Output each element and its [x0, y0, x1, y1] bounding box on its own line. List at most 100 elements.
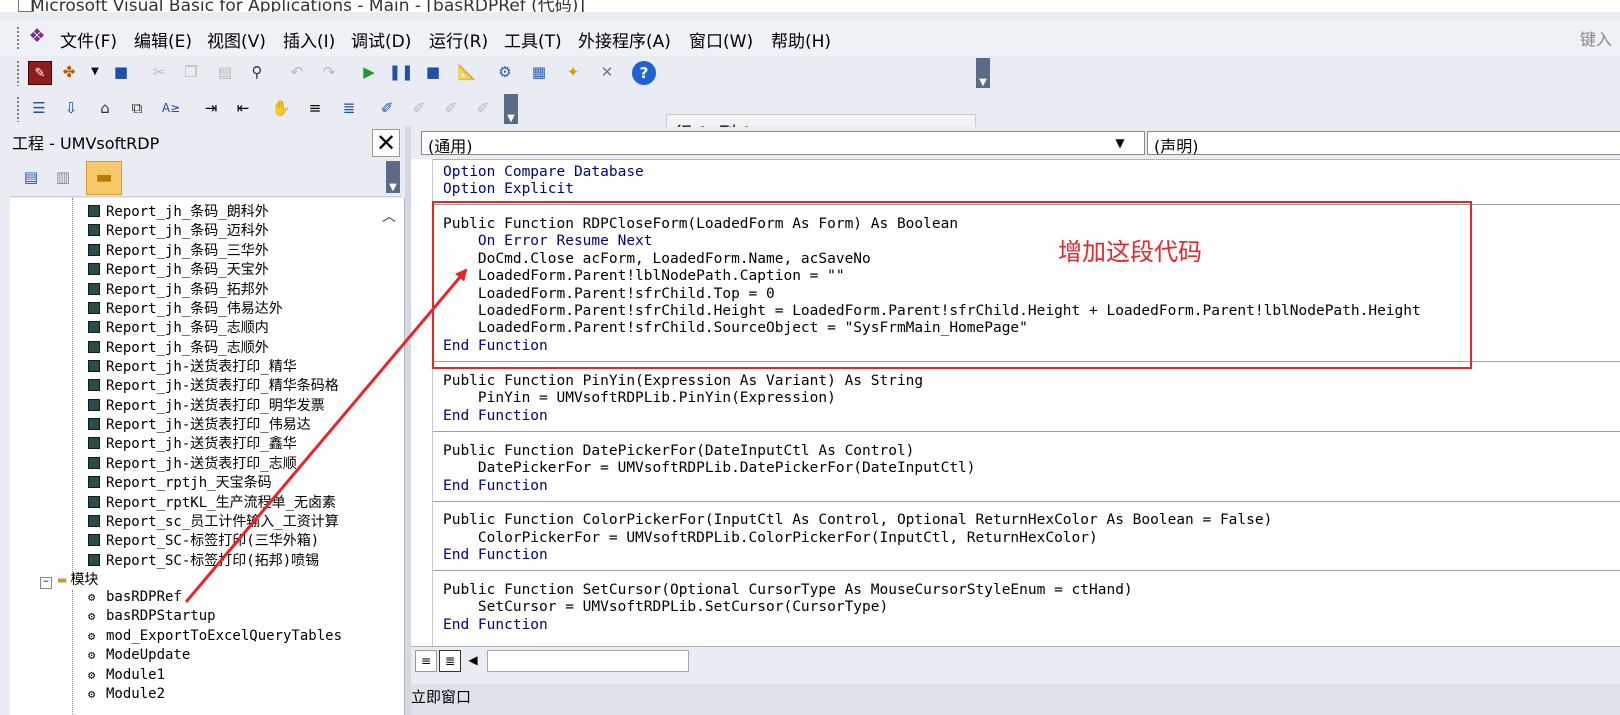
- code-line[interactable]: End Function: [443, 617, 548, 634]
- quick-info-icon[interactable]: ⌂: [94, 97, 116, 119]
- reset-icon[interactable]: ■: [422, 61, 444, 83]
- previous-bookmark-icon[interactable]: ✐: [440, 97, 462, 119]
- code-line[interactable]: Public Function SetCursor(Optional Curso…: [443, 582, 1133, 599]
- menu-addins[interactable]: 外接程序(A): [578, 27, 671, 52]
- code-line[interactable]: Public Function DatePickerFor(DateInputC…: [443, 443, 914, 460]
- list-constants-icon[interactable]: ⇩: [60, 97, 82, 119]
- menu-run[interactable]: 运行(R): [429, 27, 488, 52]
- cut-icon[interactable]: ✂: [148, 61, 170, 83]
- chevron-up-icon[interactable]: ︿: [382, 206, 396, 226]
- tree-item-report[interactable]: Report_jh_条码_三华外: [88, 240, 269, 259]
- menu-edit[interactable]: 编辑(E): [134, 27, 192, 52]
- redo-icon[interactable]: ↷: [318, 61, 340, 83]
- toolbar-grip[interactable]: [16, 60, 20, 86]
- vba-app-icon[interactable]: ❖: [26, 25, 48, 47]
- parameter-info-icon[interactable]: ⧉: [126, 97, 148, 119]
- view-code-icon[interactable]: ▤: [20, 166, 42, 188]
- object-combo[interactable]: (通用): [421, 131, 1145, 156]
- break-icon[interactable]: ❚❚: [388, 61, 413, 83]
- tree-item-report[interactable]: Report_sc_员工计件输入_工资计算: [88, 511, 339, 530]
- list-properties-icon[interactable]: ☰: [28, 97, 50, 119]
- toolbar-options-icon[interactable]: ▼: [976, 58, 990, 88]
- toolbar-grip[interactable]: [16, 96, 20, 122]
- code-line[interactable]: SetCursor = UMVsoftRDPLib.SetCursor(Curs…: [443, 599, 888, 616]
- tree-item-report[interactable]: Report_jh_条码_天宝外: [88, 259, 269, 278]
- code-line[interactable]: End Function: [443, 547, 548, 564]
- next-bookmark-icon[interactable]: ✐: [408, 97, 430, 119]
- tree-item-report[interactable]: Report_jh_条码_朗科外: [88, 201, 269, 220]
- ask-question-box[interactable]: 键入: [1580, 26, 1620, 50]
- tree-item-report[interactable]: Report_jh-送货表打印_伟易达: [88, 414, 311, 433]
- chevron-down-icon[interactable]: ▼: [84, 61, 106, 83]
- menu-tools[interactable]: 工具(T): [504, 27, 562, 52]
- insert-object-icon[interactable]: ✤: [58, 61, 80, 83]
- toggle-folders-icon[interactable]: ▬: [86, 161, 122, 195]
- tree-item-module[interactable]: ⚙ mod_ExportToExcelQueryTables: [88, 628, 342, 647]
- tree-item-report[interactable]: Report_jh_条码_拓邦外: [88, 279, 269, 298]
- menu-window[interactable]: 窗口(W): [689, 27, 753, 52]
- tree-item-report[interactable]: Report_jh-送货表打印_鑫华: [88, 433, 297, 452]
- tree-item-module-selected[interactable]: ⚙ basRDPRef: [88, 589, 182, 608]
- tree-item-module[interactable]: ⚙ ModeUpdate: [88, 647, 190, 666]
- run-icon[interactable]: ▶: [358, 61, 380, 83]
- menubar-grip[interactable]: [16, 26, 20, 50]
- tree-item-report[interactable]: Report_SC-标签打印(拓邦)喷锡: [88, 550, 319, 569]
- tree-scrollbar[interactable]: ︿: [378, 198, 402, 715]
- code-line[interactable]: Option Explicit: [443, 181, 574, 198]
- menu-debug[interactable]: 调试(D): [351, 27, 411, 52]
- scroll-left-icon[interactable]: ◀: [463, 650, 483, 670]
- code-line[interactable]: End Function: [443, 408, 548, 425]
- full-module-view-icon[interactable]: ≣: [439, 650, 461, 672]
- project-explorer-icon[interactable]: ⚙: [494, 61, 516, 83]
- tree-item-report[interactable]: Report_jh-送货表打印_志顺: [88, 453, 297, 472]
- tree-item-module[interactable]: ⚙ basRDPStartup: [88, 608, 216, 627]
- horizontal-scrollbar[interactable]: [487, 650, 689, 672]
- code-line[interactable]: Public Function PinYin(Expression As Var…: [443, 373, 923, 390]
- code-line[interactable]: ColorPickerFor = UMVsoftRDPLib.ColorPick…: [443, 530, 1098, 547]
- view-object-icon[interactable]: ▥: [52, 166, 74, 188]
- complete-word-icon[interactable]: A≥: [160, 97, 182, 119]
- code-line[interactable]: Public Function ColorPickerFor(InputCtl …: [443, 512, 1272, 529]
- indent-icon[interactable]: ⇥: [200, 97, 222, 119]
- find-icon[interactable]: ⚲: [246, 61, 268, 83]
- tree-item-report[interactable]: Report_jh_条码_伟易达外: [88, 298, 283, 317]
- procedure-view-icon[interactable]: ≡: [415, 650, 437, 672]
- menu-insert[interactable]: 插入(I): [283, 27, 335, 52]
- tree-item-module[interactable]: ⚙ Module1: [88, 667, 165, 686]
- tree-item-report[interactable]: Report_rptjh_天宝条码: [88, 472, 272, 491]
- access-icon[interactable]: ✎: [28, 61, 52, 85]
- design-mode-icon[interactable]: 📐: [456, 61, 478, 83]
- collapse-icon[interactable]: −: [40, 577, 52, 589]
- toolbox-icon[interactable]: ✕: [596, 61, 618, 83]
- tree-item-report[interactable]: Report_rptKL_生产流程单_无卤素: [88, 492, 336, 511]
- comment-block-icon[interactable]: ≡: [304, 97, 326, 119]
- tree-item-report[interactable]: Report_jh_条码_迈科外: [88, 220, 269, 239]
- tree-item-report[interactable]: Report_SC-标签打印(三华外箱): [88, 530, 319, 549]
- code-line[interactable]: End Function: [443, 478, 548, 495]
- code-line[interactable]: PinYin = UMVsoftRDPLib.PinYin(Expression…: [443, 390, 836, 407]
- properties-icon[interactable]: ▦: [528, 61, 550, 83]
- code-line[interactable]: Option Compare Database: [443, 164, 644, 181]
- toggle-bookmark-icon[interactable]: ✐: [376, 97, 398, 119]
- copy-icon[interactable]: ❐: [180, 61, 202, 83]
- code-line[interactable]: DatePickerFor = UMVsoftRDPLib.DatePicker…: [443, 460, 976, 477]
- outdent-icon[interactable]: ⇤: [232, 97, 254, 119]
- close-icon[interactable]: ✕: [372, 129, 400, 157]
- uncomment-block-icon[interactable]: ≣: [338, 97, 360, 119]
- help-icon[interactable]: ?: [632, 61, 656, 85]
- menu-file[interactable]: 文件(F): [60, 27, 117, 52]
- tree-item-report[interactable]: Report_jh-送货表打印_精华条码格: [88, 375, 339, 394]
- panel-toolbar-options-icon[interactable]: ▼: [386, 161, 400, 193]
- procedure-combo[interactable]: (声明): [1147, 131, 1620, 156]
- tree-item-report[interactable]: Report_jh-送货表打印_精华: [88, 356, 297, 375]
- paste-icon[interactable]: ▤: [214, 61, 236, 83]
- chevron-down-icon[interactable]: ▼: [1109, 132, 1131, 154]
- object-browser-icon[interactable]: ✦: [562, 61, 584, 83]
- breakpoint-hand-icon[interactable]: ✋: [270, 97, 292, 119]
- save-icon[interactable]: ■: [110, 61, 132, 83]
- tree-item-report[interactable]: Report_jh_条码_志顺外: [88, 337, 269, 356]
- undo-icon[interactable]: ↶: [286, 61, 308, 83]
- tree-item-report[interactable]: Report_jh-送货表打印_明华发票: [88, 395, 325, 414]
- menu-help[interactable]: 帮助(H): [771, 27, 831, 52]
- tree-item-module[interactable]: ⚙ Module2: [88, 686, 165, 705]
